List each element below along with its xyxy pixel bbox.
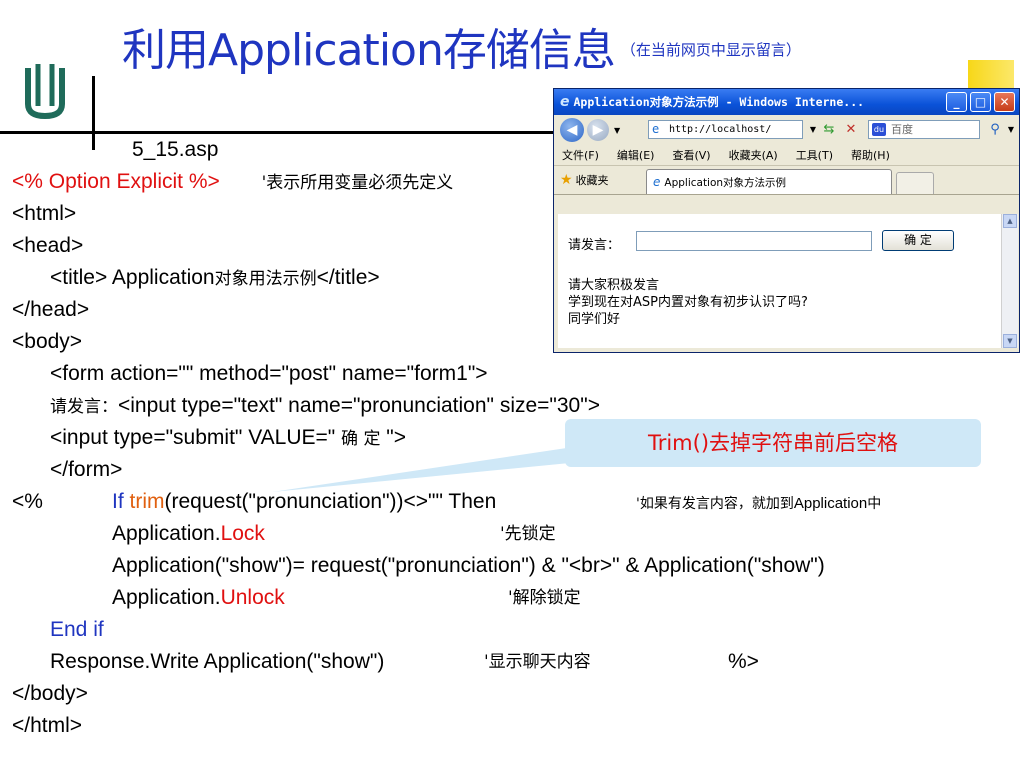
tab-ie-icon: e [653,175,661,189]
menu-tools[interactable]: 工具(T) [796,147,833,163]
favorites-button[interactable]: ★ 收藏夹 [560,172,609,188]
browser-menubar: 文件(F) 编辑(E) 查看(V) 收藏夹(A) 工具(T) 帮助(H) [554,145,1019,166]
tab-title: Application对象方法示例 [664,176,787,189]
browser-window: e Application对象方法示例 - Windows Interne...… [553,88,1020,353]
speak-label: 请发言： [568,238,621,253]
maximize-button[interactable]: □ [970,92,991,112]
refresh-icon[interactable]: ⇆ [820,121,838,139]
message-line-3: 同学们好 [568,312,621,327]
message-line-1: 请大家积极发言 [568,278,660,293]
menu-view[interactable]: 查看(V) [672,147,710,163]
history-dropdown-icon[interactable]: ▼ [614,126,620,135]
callout-prefix: Trim() [647,431,710,455]
callout-text: 去掉字符串前后空格 [709,431,899,455]
vertical-scrollbar[interactable]: ▲ ▼ [1001,214,1018,348]
minimize-button[interactable]: _ [946,92,967,112]
browser-window-title: Application对象方法示例 - Windows Interne... [573,95,865,109]
baidu-icon: du [872,123,886,136]
message-line-2: 学到现在对ASP内置对象有初步认识了吗? [568,295,808,310]
menu-help[interactable]: 帮助(H) [851,147,890,163]
trim-callout: Trim()去掉字符串前后空格 [565,419,981,467]
browser-titlebar[interactable]: e Application对象方法示例 - Windows Interne...… [554,89,1019,115]
stop-icon[interactable]: ✕ [842,121,860,139]
favorites-label: 收藏夹 [575,174,609,187]
browser-toolbar: ◀ ▶ ▼ e http://localhost/ ▼ ⇆ ✕ du 百度 ⚲ … [554,115,1019,145]
address-bar[interactable]: e http://localhost/ [648,120,803,139]
favorites-bar: ★ 收藏夹 e Application对象方法示例 [554,166,1019,195]
page-icon: e [652,122,660,136]
new-tab-button[interactable] [896,172,934,194]
search-dropdown-icon[interactable]: ▼ [1002,121,1019,139]
menu-file[interactable]: 文件(F) [562,147,599,163]
search-placeholder: 百度 [891,123,913,136]
search-input[interactable]: du 百度 [868,120,980,139]
page-content: 请发言： 确 定 请大家积极发言 学到现在对ASP内置对象有初步认识了吗? 同学… [558,214,1001,348]
star-icon: ★ [560,172,573,188]
submit-button[interactable]: 确 定 [882,230,954,251]
forward-button[interactable]: ▶ [587,119,609,141]
ie-logo-icon: e [560,94,570,110]
browser-tab-active[interactable]: e Application对象方法示例 [646,169,892,194]
menu-favorites[interactable]: 收藏夹(A) [729,147,778,163]
back-button[interactable]: ◀ [560,118,584,142]
scroll-down-arrow-icon[interactable]: ▼ [1003,334,1017,348]
pronunciation-input[interactable] [636,231,872,251]
menu-edit[interactable]: 编辑(E) [617,147,655,163]
address-value: http://localhost/ [669,124,772,135]
scroll-up-arrow-icon[interactable]: ▲ [1003,214,1017,228]
close-button[interactable]: ✕ [994,92,1015,112]
